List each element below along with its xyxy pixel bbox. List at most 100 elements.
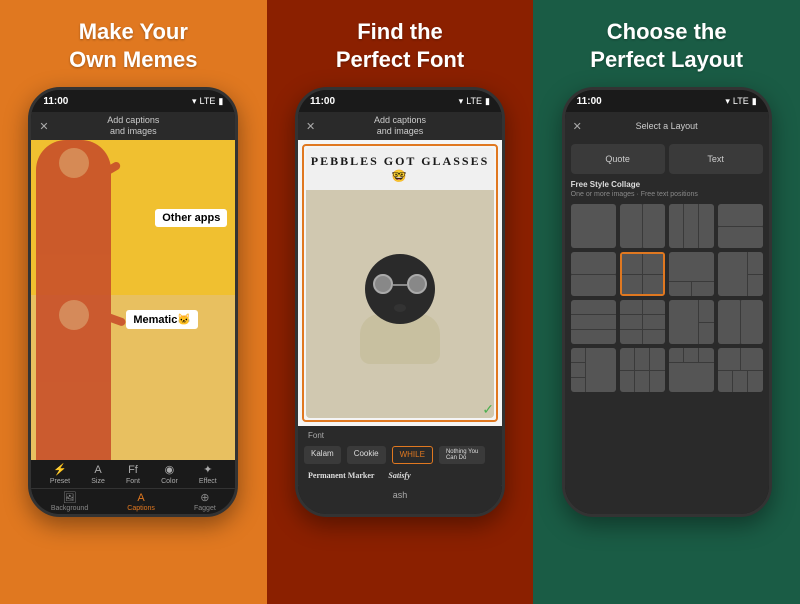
layout-content: Quote Text Free Style Collage One or mor… — [565, 140, 769, 514]
layout-pattern-thirds-v — [571, 300, 616, 344]
phone-3: 11:00 ▾ LTE ▮ ✕ Select a Layout Quote — [562, 87, 772, 517]
meme-label-mematic: Mematic🐱 — [126, 310, 198, 329]
nav-captions[interactable]: A Captions — [127, 492, 155, 512]
toolbar-icons-row-1: ⚡ Preset A Size Ff Font ◉ Color ✦ Effe — [31, 460, 235, 488]
toolbar-preset[interactable]: ⚡ Preset — [50, 463, 70, 485]
layout-item-1[interactable] — [571, 204, 616, 248]
layout-item-14[interactable] — [620, 348, 665, 392]
lte-icon-2: LTE — [466, 96, 482, 106]
font-label: Font — [126, 478, 140, 485]
font-kalam[interactable]: Kalam — [304, 446, 341, 464]
font-row-2: Permanent Marker Satisfy — [298, 468, 502, 483]
font-selector-area: Font Kalam Cookie WHILE Nothing YouCan D… — [298, 426, 502, 486]
toolbar-font[interactable]: Ff Font — [126, 464, 140, 485]
text-label: Text — [707, 154, 724, 164]
font-nothing[interactable]: Nothing YouCan Do — [439, 446, 485, 464]
font-satisfy[interactable]: Satisfy — [384, 470, 414, 481]
layout-item-12[interactable] — [718, 300, 763, 344]
nav-background[interactable]: 🖼 Background — [51, 491, 88, 512]
checkmark-icon[interactable]: ✓ — [482, 401, 494, 418]
drake-arm-top — [101, 161, 122, 178]
font-permanent[interactable]: Permanent Marker — [304, 470, 378, 481]
glasses-bridge — [393, 284, 407, 286]
app-toolbar-2: ✕ Add captions and images — [298, 112, 502, 140]
drake-head-bottom — [59, 300, 89, 330]
status-icons-1: ▾ LTE ▮ — [192, 96, 223, 107]
layout-item-4[interactable] — [718, 204, 763, 248]
mematic-emoji: 🐱 — [177, 314, 191, 326]
layout-grids — [571, 204, 763, 392]
nav-fagget[interactable]: ⊕ Fagget — [194, 491, 216, 512]
layout-item-6-active[interactable] — [620, 252, 665, 296]
status-bar-2: 11:00 ▾ LTE ▮ — [298, 90, 502, 112]
toolbar-p2-row: ash — [298, 486, 502, 504]
battery-icon-3: ▮ — [752, 96, 757, 107]
layout-item-9[interactable] — [571, 300, 616, 344]
app-toolbar-3: ✕ Select a Layout — [565, 112, 769, 140]
layout-top-options: Quote Text — [565, 140, 769, 176]
font-while[interactable]: WHILE — [392, 446, 433, 464]
toolbar-nav-row-1: 🖼 Background A Captions ⊕ Fagget — [31, 488, 235, 514]
layout-item-11[interactable] — [669, 300, 714, 344]
wifi-icon-3: ▾ — [725, 96, 730, 107]
phone-1: 11:00 ▾ LTE ▮ ✕ Add captions and images — [28, 87, 238, 517]
font-cookie[interactable]: Cookie — [347, 446, 386, 464]
meme-label-other-apps: Other apps — [155, 209, 227, 227]
phone-2: 11:00 ▾ LTE ▮ ✕ Add captions and images … — [295, 87, 505, 517]
font-content: PEBBLES GOT GLASSES 🤓 — [298, 140, 502, 486]
meme-bottom: Mematic🐱 — [31, 295, 235, 460]
close-icon-2[interactable]: ✕ — [306, 120, 315, 133]
drake-figure-bottom — [36, 295, 111, 460]
preset-label: Preset — [50, 478, 70, 485]
layout-item-10[interactable] — [620, 300, 665, 344]
wifi-icon-2: ▾ — [459, 96, 464, 107]
layout-text[interactable]: Text — [669, 144, 763, 174]
layout-item-5[interactable] — [571, 252, 616, 296]
dog-figure — [350, 244, 450, 364]
layout-pattern-right-col2 — [571, 348, 616, 392]
layout-pattern-3col — [620, 300, 665, 344]
status-time-1: 11:00 — [43, 96, 68, 107]
toolbar-size[interactable]: A Size — [91, 464, 105, 485]
layout-pattern-big-top — [669, 252, 714, 296]
layout-pattern-2x2 — [622, 254, 663, 294]
layout-item-3[interactable] — [669, 204, 714, 248]
color-label: Color — [161, 478, 178, 485]
layout-screen: Quote Text Free Style Collage One or mor… — [565, 140, 769, 514]
lte-icon-3: LTE — [733, 96, 749, 106]
status-icons-2: ▾ LTE ▮ — [459, 96, 490, 107]
layout-item-7[interactable] — [669, 252, 714, 296]
size-label: Size — [91, 478, 105, 485]
app-toolbar-1: ✕ Add captions and images — [31, 112, 235, 140]
drake-head-top — [59, 148, 89, 178]
battery-icon-2: ▮ — [485, 96, 490, 107]
layout-item-16[interactable] — [718, 348, 763, 392]
layout-item-8[interactable] — [718, 252, 763, 296]
close-icon-3[interactable]: ✕ — [573, 120, 582, 133]
dog-nose — [394, 304, 406, 312]
toolbar-color[interactable]: ◉ Color — [161, 463, 178, 485]
free-style-section: Free Style Collage One or more images · … — [565, 176, 769, 396]
toolbar-title-2: Add captions and images — [374, 115, 426, 137]
layout-quote[interactable]: Quote — [571, 144, 665, 174]
layout-pattern-3col2 — [620, 348, 665, 392]
background-icon: 🖼 — [63, 491, 77, 504]
free-style-sub: One or more images · Free text positions — [571, 191, 763, 198]
battery-icon: ▮ — [218, 96, 223, 107]
layout-pattern-big-top2 — [669, 348, 714, 392]
layout-pattern-thirds-h — [669, 204, 714, 248]
status-bar-3: 11:00 ▾ LTE ▮ — [565, 90, 769, 112]
status-time-3: 11:00 — [577, 96, 602, 107]
layout-item-15[interactable] — [669, 348, 714, 392]
font-image-area: PEBBLES GOT GLASSES 🤓 — [298, 140, 502, 426]
panel-font: Find the Perfect Font 11:00 ▾ LTE ▮ ✕ Ad… — [267, 0, 534, 604]
effect-label: Effect — [199, 478, 217, 485]
layout-item-13[interactable] — [571, 348, 616, 392]
toolbar-effect[interactable]: ✦ Effect — [199, 463, 217, 485]
font-label-text: Font — [308, 431, 324, 440]
layout-item-2[interactable] — [620, 204, 665, 248]
p2-icon-1[interactable]: ash — [393, 490, 408, 500]
close-icon-1[interactable]: ✕ — [39, 120, 48, 133]
layout-pattern-full — [571, 204, 616, 248]
wifi-icon: ▾ — [192, 96, 197, 107]
